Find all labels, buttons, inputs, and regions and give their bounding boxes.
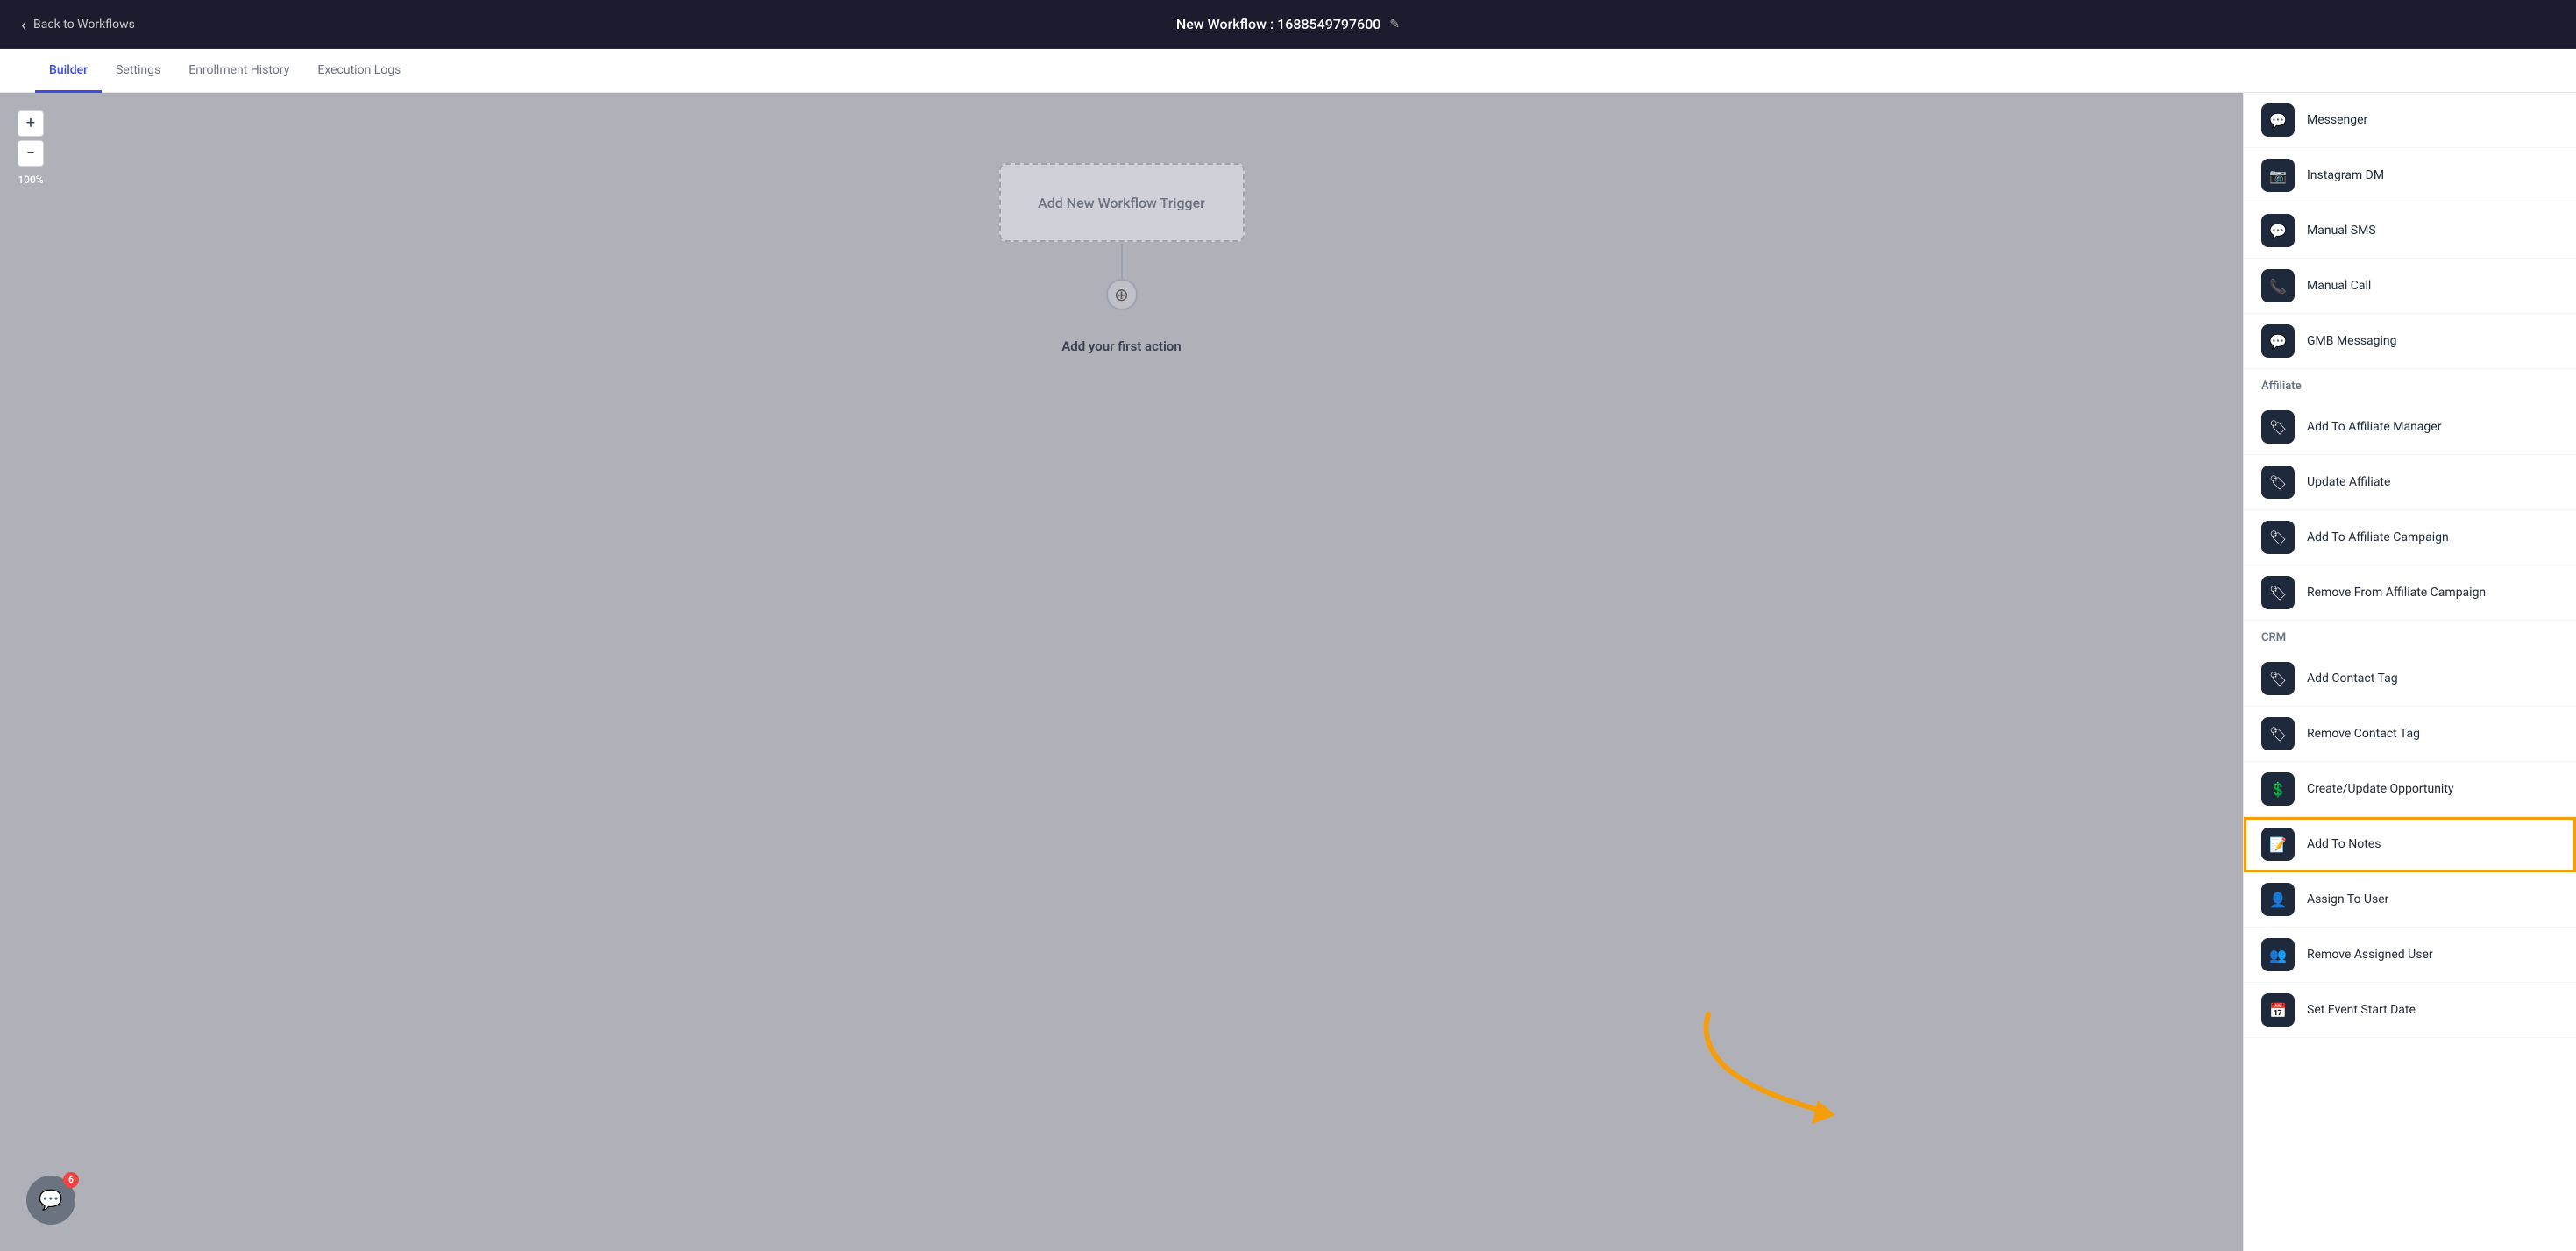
add-contact-tag-icon: 🏷	[2261, 662, 2295, 695]
instagram-dm-icon: 📷	[2261, 159, 2295, 192]
sidebar-item-manual-call[interactable]: 📞 Manual Call	[2244, 259, 2576, 314]
back-label: Back to Workflows	[33, 18, 135, 32]
sidebar-item-remove-affiliate-campaign[interactable]: 🏷 Remove From Affiliate Campaign	[2244, 565, 2576, 621]
topbar: Back to Workflows New Workflow : 1688549…	[0, 0, 2576, 49]
sidebar-item-instagram-dm[interactable]: 📷 Instagram DM	[2244, 148, 2576, 203]
tab-settings[interactable]: Settings	[102, 50, 174, 93]
affiliate-section-header: Affiliate	[2244, 369, 2576, 400]
sidebar-item-add-contact-tag[interactable]: 🏷 Add Contact Tag	[2244, 651, 2576, 707]
add-affiliate-manager-icon: 🏷	[2261, 410, 2295, 444]
tab-enrollment-history[interactable]: Enrollment History	[174, 50, 303, 93]
sidebar-item-add-affiliate-manager[interactable]: 🏷 Add To Affiliate Manager	[2244, 400, 2576, 455]
workflow-title: New Workflow : 1688549797600 ✎	[1176, 16, 1400, 32]
create-update-opportunity-icon: 💲	[2261, 772, 2295, 806]
chat-badge: 6	[63, 1172, 79, 1188]
update-affiliate-icon: 🏷	[2261, 466, 2295, 499]
add-action-label: Add your first action	[1061, 338, 1181, 354]
sidebar-item-gmb-messaging[interactable]: 💬 GMB Messaging	[2244, 314, 2576, 369]
sidebar-item-add-to-notes[interactable]: 📝 Add To Notes	[2244, 817, 2576, 872]
zoom-in-button[interactable]: +	[18, 110, 44, 137]
add-to-notes-icon: 📝	[2261, 828, 2295, 861]
tab-execution-logs[interactable]: Execution Logs	[303, 50, 415, 93]
crm-section: CRM 🏷 Add Contact Tag 🏷 Remove Contact T…	[2244, 621, 2576, 1038]
workflow-canvas[interactable]: + − 100% Add New Workflow Trigger ⊕ Add …	[0, 93, 2243, 1251]
connector-line	[1121, 244, 1123, 279]
actions-sidebar: 💬 Messenger 📷 Instagram DM 💬 Manual SMS …	[2243, 93, 2576, 1251]
add-affiliate-campaign-label: Add To Affiliate Campaign	[2307, 530, 2449, 544]
sidebar-item-manual-sms[interactable]: 💬 Manual SMS	[2244, 203, 2576, 259]
gmb-messaging-icon: 💬	[2261, 324, 2295, 358]
tab-bar: Builder Settings Enrollment History Exec…	[0, 49, 2576, 93]
trigger-node-label: Add New Workflow Trigger	[1038, 195, 1205, 211]
messenger-icon: 💬	[2261, 103, 2295, 137]
instagram-dm-label: Instagram DM	[2307, 168, 2384, 182]
manual-call-icon: 📞	[2261, 269, 2295, 302]
set-event-start-date-label: Set Event Start Date	[2307, 1003, 2416, 1017]
chat-widget[interactable]: 💬 6	[26, 1176, 75, 1225]
trigger-node[interactable]: Add New Workflow Trigger	[999, 163, 1245, 242]
sidebar-item-set-event-start-date[interactable]: 📅 Set Event Start Date	[2244, 983, 2576, 1038]
sidebar-item-remove-contact-tag[interactable]: 🏷 Remove Contact Tag	[2244, 707, 2576, 762]
add-affiliate-manager-label: Add To Affiliate Manager	[2307, 420, 2441, 434]
add-contact-tag-label: Add Contact Tag	[2307, 672, 2398, 686]
crm-section-header: CRM	[2244, 621, 2576, 651]
update-affiliate-label: Update Affiliate	[2307, 475, 2390, 489]
back-button[interactable]: Back to Workflows	[21, 16, 135, 33]
assign-to-user-icon: 👤	[2261, 883, 2295, 916]
tab-builder[interactable]: Builder	[35, 50, 102, 93]
sidebar-item-assign-to-user[interactable]: 👤 Assign To User	[2244, 872, 2576, 928]
sidebar-item-remove-assigned-user[interactable]: 👥 Remove Assigned User	[2244, 928, 2576, 983]
gmb-messaging-label: GMB Messaging	[2307, 334, 2397, 348]
messaging-section: 💬 Messenger 📷 Instagram DM 💬 Manual SMS …	[2244, 93, 2576, 369]
messenger-label: Messenger	[2307, 113, 2367, 127]
remove-assigned-user-icon: 👥	[2261, 938, 2295, 971]
add-affiliate-campaign-icon: 🏷	[2261, 521, 2295, 554]
sidebar-item-add-affiliate-campaign[interactable]: 🏷 Add To Affiliate Campaign	[2244, 510, 2576, 565]
sidebar-item-messenger[interactable]: 💬 Messenger	[2244, 93, 2576, 148]
zoom-out-button[interactable]: −	[18, 140, 44, 167]
remove-affiliate-campaign-icon: 🏷	[2261, 576, 2295, 609]
remove-affiliate-campaign-label: Remove From Affiliate Campaign	[2307, 586, 2486, 600]
manual-sms-icon: 💬	[2261, 214, 2295, 247]
add-to-notes-label: Add To Notes	[2307, 837, 2381, 851]
remove-contact-tag-label: Remove Contact Tag	[2307, 727, 2420, 741]
affiliate-section: Affiliate 🏷 Add To Affiliate Manager 🏷 U…	[2244, 369, 2576, 621]
set-event-start-date-icon: 📅	[2261, 993, 2295, 1027]
manual-call-label: Manual Call	[2307, 279, 2371, 293]
assign-to-user-label: Assign To User	[2307, 892, 2388, 906]
chat-icon: 💬	[39, 1190, 62, 1212]
sidebar-item-update-affiliate[interactable]: 🏷 Update Affiliate	[2244, 455, 2576, 510]
add-action-connector: ⊕	[1106, 244, 1138, 310]
manual-sms-label: Manual SMS	[2307, 224, 2376, 238]
arrow-annotation	[1682, 1006, 1875, 1146]
create-update-opportunity-label: Create/Update Opportunity	[2307, 782, 2454, 796]
add-action-button[interactable]: ⊕	[1106, 279, 1138, 310]
remove-assigned-user-label: Remove Assigned User	[2307, 948, 2433, 962]
main-content: + − 100% Add New Workflow Trigger ⊕ Add …	[0, 93, 2576, 1251]
zoom-controls: + − 100%	[18, 110, 44, 186]
edit-title-icon[interactable]: ✎	[1389, 18, 1400, 32]
sidebar-item-create-update-opportunity[interactable]: 💲 Create/Update Opportunity	[2244, 762, 2576, 817]
zoom-level: 100%	[18, 174, 44, 186]
remove-contact-tag-icon: 🏷	[2261, 717, 2295, 750]
